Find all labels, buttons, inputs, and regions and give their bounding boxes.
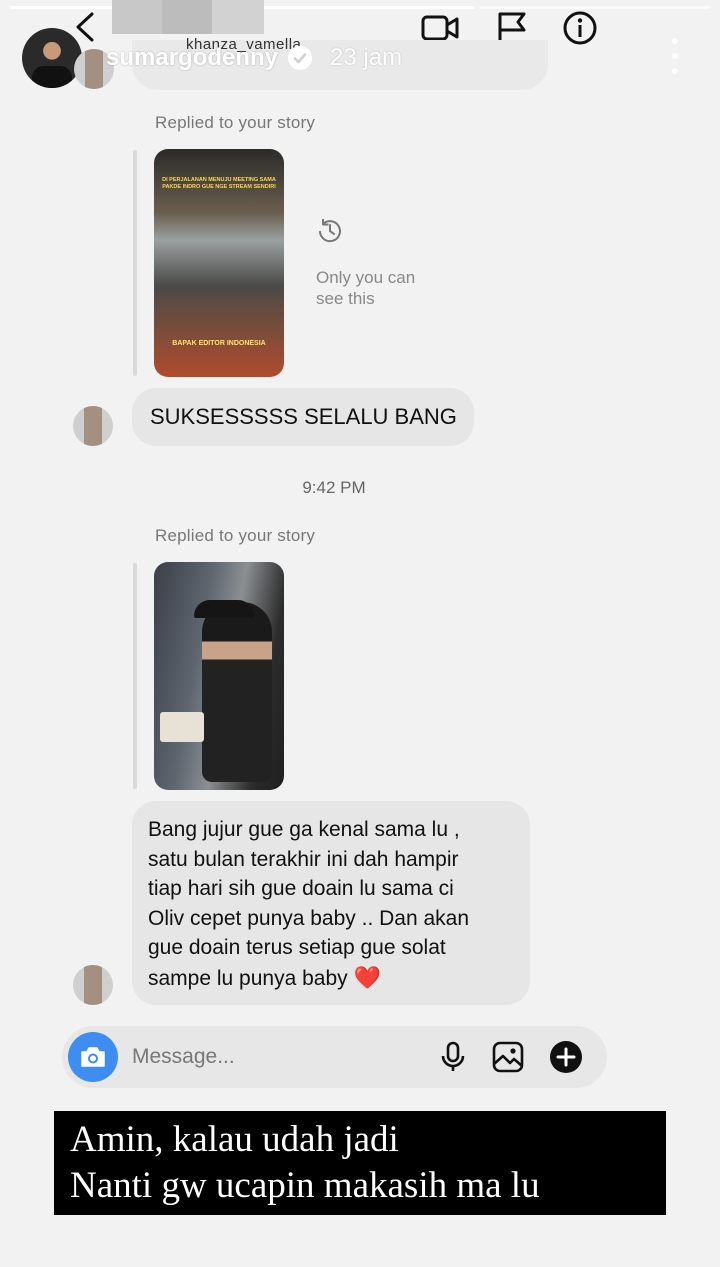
camera-icon [81,1047,105,1067]
message-line: Bang jujur gue ga kenal sama lu , [148,818,460,841]
camera-button[interactable] [68,1032,118,1082]
message-bubble: SUKSESSSSS SELALU BANG [132,388,474,446]
chevron-left-icon[interactable] [72,12,98,42]
message-line: gue doain terus setiap gue solat [148,936,446,959]
story-author-avatar[interactable] [22,28,82,88]
story-caption: BAPAK EDITOR INDONESIA [172,340,266,347]
story-thumbnail[interactable]: DI PERJALANAN MENUJU MEETING SAMA PAKDE … [154,149,284,377]
history-icon [318,219,341,243]
caption-line: Amin, kalau udah jadi [70,1119,399,1160]
story-timestamp: 23 jam [330,44,403,71]
message-input[interactable] [132,1040,392,1074]
message-line: sampe lu punya baby [148,966,348,990]
microphone-icon[interactable] [436,1040,470,1074]
message-line: satu bulan terakhir ini dah hampir [148,847,459,871]
reply-indicator [133,563,137,789]
caption-line: Nanti gw ucapin makasih ma lu [70,1165,540,1206]
replied-label: Replied to your story [155,526,316,545]
blurred-avatar [112,0,162,34]
heart-emoji: ❤️ [353,964,381,990]
plus-circle-icon[interactable] [549,1040,583,1074]
message-line: tiap hari sih gue doain lu sama ci [148,877,454,900]
reply-indicator [133,150,137,376]
blurred-avatar [162,0,212,34]
info-icon[interactable] [560,10,600,46]
verified-badge-icon [288,46,313,70]
message-composer [62,1026,607,1088]
story-caption: DI PERJALANAN MENUJU MEETING SAMA PAKDE … [162,177,276,190]
story-caption-overlay: Amin, kalau udah jadi Nanti gw ucapin ma… [54,1111,666,1215]
only-you-can-see-label: Only you can see this [316,268,416,308]
message-timestamp: 9:42 PM [302,478,366,497]
sender-avatar[interactable] [73,406,113,446]
more-vertical-icon[interactable] [670,38,680,74]
story-thumbnail[interactable] [154,562,284,790]
story-author: sumargodenny 23 jam [106,44,402,72]
message-text: SUKSESSSSS SELALU BANG [150,404,457,429]
replied-label: Replied to your story [155,113,316,132]
sender-avatar[interactable] [73,965,113,1005]
story-username[interactable]: sumargodenny [106,44,278,72]
image-icon[interactable] [491,1040,525,1074]
blurred-avatar [212,0,264,34]
message-bubble: Bang jujur gue ga kenal sama lu , satu b… [132,801,530,1005]
message-line: Oliv cepet punya baby .. Dan akan [148,906,470,930]
